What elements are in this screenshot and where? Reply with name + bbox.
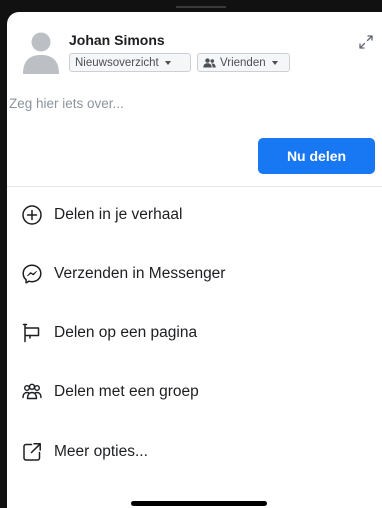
flag-icon: [22, 323, 40, 343]
option-share-to-story[interactable]: Delen in je verhaal: [7, 193, 382, 237]
avatar: [21, 26, 61, 74]
option-label: Meer opties...: [54, 443, 148, 460]
caret-down-icon: [164, 60, 171, 65]
share-sheet: Johan Simons Nieuwsoverzicht Vrienden Ze…: [7, 12, 382, 508]
caret-down-icon: [271, 60, 278, 65]
sheet-grabber[interactable]: [176, 6, 226, 8]
option-label: Delen met een groep: [54, 383, 199, 400]
friends-icon: [203, 57, 216, 67]
option-label: Delen op een pagina: [54, 324, 198, 341]
messenger-icon: [22, 264, 42, 284]
option-more-options[interactable]: Meer opties...: [7, 430, 382, 474]
option-share-to-group[interactable]: Delen met een groep: [7, 370, 382, 414]
option-send-in-messenger[interactable]: Verzenden in Messenger: [7, 252, 382, 296]
audience-privacy-label: Vrienden: [220, 56, 266, 69]
audience-feed-selector[interactable]: Nieuwsoverzicht: [69, 53, 191, 72]
option-label: Verzenden in Messenger: [54, 265, 226, 282]
expand-icon[interactable]: [358, 34, 374, 50]
audience-feed-label: Nieuwsoverzicht: [75, 56, 159, 69]
compose-input[interactable]: Zeg hier iets over...: [9, 96, 124, 111]
user-name: Johan Simons: [69, 32, 165, 48]
group-icon: [22, 383, 42, 400]
external-link-icon: [23, 443, 41, 461]
plus-circle-icon: [22, 205, 42, 225]
option-label: Delen in je verhaal: [54, 206, 183, 223]
share-now-button[interactable]: Nu delen: [258, 138, 375, 174]
status-bar: [0, 0, 382, 12]
home-indicator[interactable]: [131, 501, 267, 506]
divider: [7, 186, 382, 187]
audience-privacy-selector[interactable]: Vrienden: [197, 53, 290, 72]
option-share-to-page[interactable]: Delen op een pagina: [7, 311, 382, 355]
